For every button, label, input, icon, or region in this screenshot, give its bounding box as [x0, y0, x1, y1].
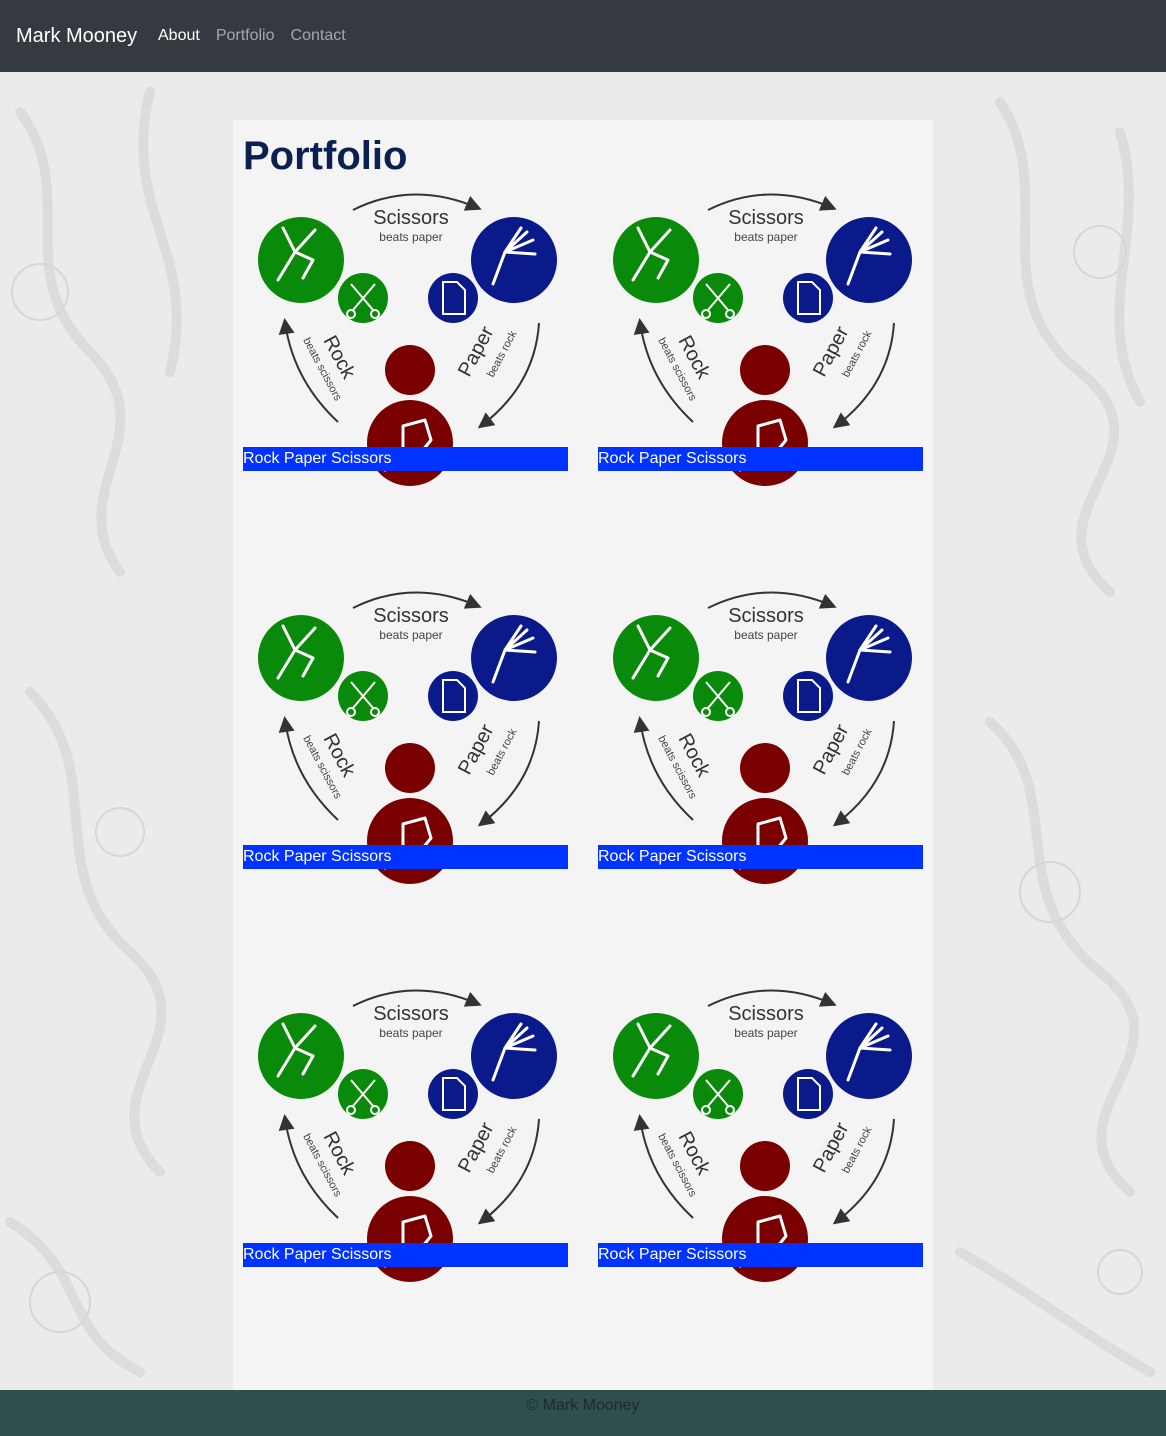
project-card[interactable]: Scissors beats paper Rock beats scissors… — [598, 986, 923, 1286]
project-card[interactable]: Scissors beats paper Rock beats scissors… — [598, 190, 923, 490]
scissors-sub-text: beats paper — [734, 1026, 797, 1040]
brand-link[interactable]: Mark Mooney — [16, 24, 137, 48]
project-label[interactable]: Rock Paper Scissors — [243, 447, 568, 471]
document-icon — [428, 671, 478, 721]
scissors-sub-text: beats paper — [734, 230, 797, 244]
scissors-icon — [338, 1069, 388, 1119]
project-card[interactable]: Scissors beats paper Rock beats scissors… — [243, 190, 568, 490]
footer: © Mark Mooney — [0, 1390, 1166, 1436]
paper-hand-icon — [826, 217, 912, 303]
fist-icon — [367, 1196, 453, 1282]
scissors-text: Scissors — [728, 207, 804, 229]
rps-image: Scissors beats paper Rock beats scissors… — [613, 591, 912, 884]
document-icon — [428, 1069, 478, 1119]
paper-hand-icon — [471, 217, 557, 303]
rock-icon — [740, 1141, 790, 1191]
rps-image: Scissors beats paper Rock beats scissors… — [613, 193, 912, 486]
rps-image: Scissors beats paper Rock beats scissors… — [258, 193, 557, 486]
scissors-sub-text: beats paper — [379, 230, 442, 244]
scissors-hand-icon — [258, 217, 344, 303]
fist-icon — [722, 400, 808, 486]
document-icon — [783, 1069, 833, 1119]
fist-icon — [367, 798, 453, 884]
scissors-icon — [693, 671, 743, 721]
paper-hand-icon — [826, 615, 912, 701]
scissors-hand-icon — [258, 615, 344, 701]
main-content: Portfolio Scissors beats paper Rock beat… — [233, 120, 933, 1390]
scissors-text: Scissors — [728, 1003, 804, 1025]
scissors-icon — [693, 273, 743, 323]
nav-link-contact[interactable]: Contact — [291, 26, 346, 46]
rps-image: Scissors beats paper Rock beats scissors… — [258, 591, 557, 884]
nav-links: About Portfolio Contact — [158, 26, 346, 46]
scissors-icon — [338, 273, 388, 323]
rock-icon — [740, 743, 790, 793]
project-card[interactable]: Scissors beats paper Rock beats scissors… — [243, 986, 568, 1286]
rock-icon — [740, 345, 790, 395]
project-label[interactable]: Rock Paper Scissors — [598, 1243, 923, 1267]
fist-icon — [722, 798, 808, 884]
footer-copyright: © Mark Mooney — [526, 1397, 640, 1414]
page-title: Portfolio — [243, 134, 408, 178]
scissors-hand-icon — [613, 217, 699, 303]
fist-icon — [722, 1196, 808, 1282]
paper-hand-icon — [471, 1013, 557, 1099]
rock-icon — [385, 1141, 435, 1191]
scissors-hand-icon — [613, 1013, 699, 1099]
scissors-sub-text: beats paper — [379, 628, 442, 642]
nav-link-portfolio[interactable]: Portfolio — [216, 26, 275, 46]
project-label[interactable]: Rock Paper Scissors — [243, 845, 568, 869]
document-icon — [428, 273, 478, 323]
scissors-hand-icon — [613, 615, 699, 701]
fist-icon — [367, 400, 453, 486]
scissors-text: Scissors — [373, 1003, 449, 1025]
paper-hand-icon — [826, 1013, 912, 1099]
scissors-icon — [693, 1069, 743, 1119]
rps-image: Scissors beats paper Rock beats scissors… — [258, 989, 557, 1282]
nav-link-about[interactable]: About — [158, 26, 200, 46]
scissors-sub-text: beats paper — [734, 628, 797, 642]
rock-icon — [385, 743, 435, 793]
project-card[interactable]: Scissors beats paper Rock beats scissors… — [598, 588, 923, 888]
paper-hand-icon — [471, 615, 557, 701]
project-label[interactable]: Rock Paper Scissors — [598, 447, 923, 471]
document-icon — [783, 671, 833, 721]
scissors-text: Scissors — [373, 605, 449, 627]
scissors-text: Scissors — [373, 207, 449, 229]
navbar: Mark Mooney About Portfolio Contact — [0, 0, 1166, 72]
rock-icon — [385, 345, 435, 395]
scissors-hand-icon — [258, 1013, 344, 1099]
scissors-text: Scissors — [728, 605, 804, 627]
project-card[interactable]: Scissors beats paper Rock beats scissors… — [243, 588, 568, 888]
project-label[interactable]: Rock Paper Scissors — [598, 845, 923, 869]
scissors-icon — [338, 671, 388, 721]
scissors-sub-text: beats paper — [379, 1026, 442, 1040]
rps-image: Scissors beats paper Rock beats scissors… — [613, 989, 912, 1282]
document-icon — [783, 273, 833, 323]
project-label[interactable]: Rock Paper Scissors — [243, 1243, 568, 1267]
